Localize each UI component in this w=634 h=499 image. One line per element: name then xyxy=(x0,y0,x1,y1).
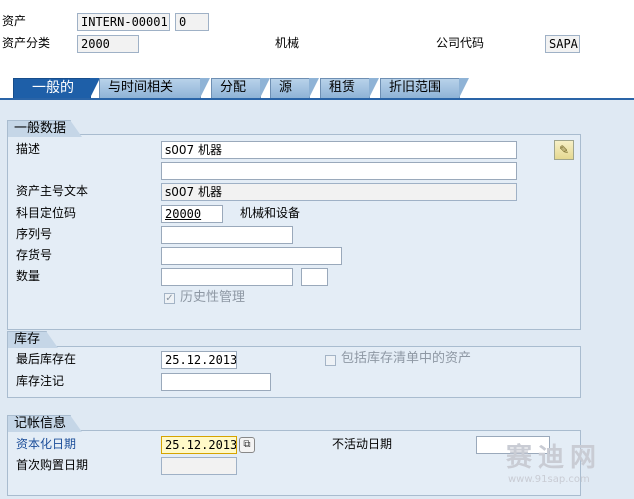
watermark: 赛迪网 www.91sap.com xyxy=(478,440,628,492)
edit-note-icon[interactable]: ✎ xyxy=(554,140,574,160)
include-inventory-label: 包括库存清单中的资产 xyxy=(341,351,472,366)
watermark-text: 赛迪网 xyxy=(506,443,603,473)
inventory-number-label: 存货号 xyxy=(16,248,53,262)
tab-time-dependent[interactable]: 与时间相关 xyxy=(99,78,210,98)
inventory-note-field[interactable] xyxy=(161,373,271,391)
company-code-field[interactable]: SAPA xyxy=(545,35,580,53)
asset-label: 资产 xyxy=(2,14,27,28)
asset-subnumber-field[interactable]: 0 xyxy=(175,13,209,31)
company-code-label: 公司代码 xyxy=(436,36,485,50)
tab-strip: 一般的 与时间相关 分配 源 租赁 折旧范围 xyxy=(0,78,634,100)
general-data-title: 一般数据 xyxy=(7,120,82,137)
account-determination-text: 机械和设备 xyxy=(240,206,301,220)
last-inventory-label: 最后库存在 xyxy=(16,352,77,366)
posting-info-title: 记帐信息 xyxy=(7,415,82,432)
asset-number-field[interactable]: INTERN-00001 xyxy=(77,13,170,31)
inventory-number-field[interactable] xyxy=(161,247,342,265)
quantity-field[interactable] xyxy=(161,268,293,286)
inventory-group xyxy=(7,346,581,398)
main-text-label: 资产主号文本 xyxy=(16,184,89,198)
calendar-picker-icon[interactable]: ⧉ xyxy=(239,437,255,453)
capitalization-date-label: 资本化日期 xyxy=(16,437,77,451)
asset-class-text: 机械 xyxy=(275,36,300,50)
inventory-note-label: 库存注记 xyxy=(16,374,65,388)
quantity-label: 数量 xyxy=(16,269,41,283)
include-inventory-checkbox[interactable] xyxy=(325,355,336,366)
account-determination-field[interactable]: 20000 xyxy=(161,205,223,223)
general-tab-panel: 一般数据 描述 s007 机器 ✎ 资产主号文本 s007 机器 科目定位码 2… xyxy=(0,98,634,499)
deactivation-date-label: 不活动日期 xyxy=(332,437,393,451)
tab-general[interactable]: 一般的 xyxy=(13,78,100,98)
description-field-2[interactable] xyxy=(161,162,517,180)
asset-class-label: 资产分类 xyxy=(2,36,51,50)
serial-number-field[interactable] xyxy=(161,226,293,244)
description-label: 描述 xyxy=(16,142,41,156)
tab-leasing[interactable]: 租赁 xyxy=(320,78,379,98)
history-label: 历史性管理 xyxy=(180,290,246,305)
asset-header: 资产 INTERN-00001 0 资产分类 2000 机械 公司代码 SAPA xyxy=(0,0,634,78)
first-acquisition-label: 首次购置日期 xyxy=(16,458,89,472)
serial-number-label: 序列号 xyxy=(16,227,53,241)
description-field-1[interactable]: s007 机器 xyxy=(161,141,517,159)
inventory-title: 库存 xyxy=(7,331,58,348)
first-acquisition-field[interactable] xyxy=(161,457,237,475)
main-text-field[interactable]: s007 机器 xyxy=(161,183,517,201)
asset-class-field[interactable]: 2000 xyxy=(77,35,139,53)
tab-depreciation-areas[interactable]: 折旧范围 xyxy=(380,78,469,98)
tab-assignments[interactable]: 分配 xyxy=(211,78,270,98)
history-checkbox[interactable]: ✓ xyxy=(164,293,175,304)
last-inventory-field[interactable]: 25.12.2013 xyxy=(161,351,237,369)
tab-origin[interactable]: 源 xyxy=(270,78,319,98)
account-determination-label: 科目定位码 xyxy=(16,206,77,220)
capitalization-date-field[interactable]: 25.12.2013 xyxy=(161,436,237,454)
unit-field[interactable] xyxy=(301,268,328,286)
watermark-url: www.91sap.com xyxy=(508,474,590,485)
